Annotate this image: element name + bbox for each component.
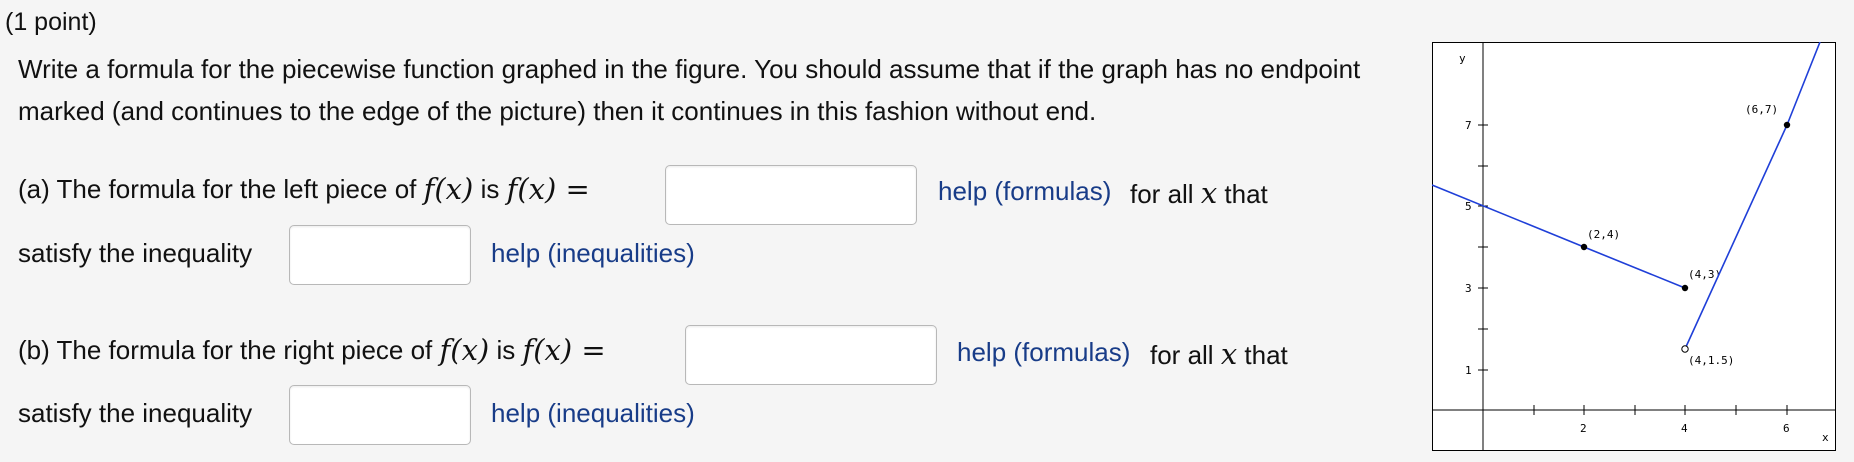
part-b-inequality-input[interactable]: [289, 385, 471, 445]
x-axis-label: x: [1822, 431, 1829, 444]
part-a-fx: f(x): [423, 172, 474, 206]
x-tick-label-4: 4: [1681, 422, 1688, 435]
part-b-is: is: [496, 334, 516, 365]
part-b-help-inequalities-link[interactable]: help (inequalities): [491, 398, 695, 429]
part-a-prefix: (a) The formula for the left piece of: [18, 173, 417, 204]
x-tick-label-6: 6: [1783, 422, 1790, 435]
point-label-6-7: (6,7): [1745, 103, 1778, 116]
y-axis-label: y: [1459, 52, 1466, 65]
y-tick-label-1: 1: [1465, 364, 1472, 377]
piecewise-graph: y x 7 5 3 1 2 4 6 (2,4) (4,3) (4,1.5) (6…: [1432, 42, 1836, 451]
part-a-for-all: for all: [1130, 179, 1194, 209]
point-6-7: [1783, 121, 1791, 129]
part-a-formula-input[interactable]: [665, 165, 917, 225]
part-a-help-formulas-link[interactable]: help (formulas): [938, 176, 1111, 207]
point-4-3: [1681, 284, 1689, 292]
part-a-formula-line: (a) The formula for the left piece of f(…: [18, 172, 590, 206]
part-a-satisfy-label: satisfy the inequality: [18, 238, 253, 268]
part-b-fx-eq: f(x) =: [522, 333, 606, 367]
part-b-for-all: for all: [1150, 340, 1214, 370]
part-b-for-all-text: for all x that: [1150, 337, 1288, 371]
part-b-help-formulas-link[interactable]: help (formulas): [957, 337, 1130, 368]
point-label-2-4: (2,4): [1587, 228, 1620, 241]
point-label-4-1-5: (4,1.5): [1688, 354, 1734, 367]
y-tick-label-3: 3: [1465, 282, 1472, 295]
point-2-4: [1580, 243, 1588, 251]
problem-prompt: Write a formula for the piecewise functi…: [18, 54, 1361, 126]
part-b-fx: f(x): [439, 333, 490, 367]
part-a-help-inequalities-link[interactable]: help (inequalities): [491, 238, 695, 269]
part-a-x: x: [1200, 176, 1218, 210]
point-4-1-5-open: [1681, 345, 1689, 353]
points-label: (1 point): [5, 8, 97, 36]
x-tick-label-2: 2: [1580, 422, 1587, 435]
part-b-satisfy-label: satisfy the inequality: [18, 398, 253, 428]
part-b-formula-line: (b) The formula for the right piece of f…: [18, 333, 606, 367]
part-b-formula-input[interactable]: [685, 325, 937, 385]
part-b-that: that: [1244, 340, 1288, 370]
part-b-prefix: (b) The formula for the right piece of: [18, 334, 433, 365]
part-a-for-all-text: for all x that: [1130, 176, 1268, 210]
y-tick-label-5: 5: [1465, 200, 1472, 213]
part-a-fx-eq: f(x) =: [506, 172, 590, 206]
part-a-that: that: [1224, 179, 1268, 209]
y-tick-label-7: 7: [1465, 119, 1472, 132]
part-a-is: is: [480, 173, 500, 204]
part-a-inequality-input[interactable]: [289, 225, 471, 285]
part-b-x: x: [1220, 337, 1238, 371]
